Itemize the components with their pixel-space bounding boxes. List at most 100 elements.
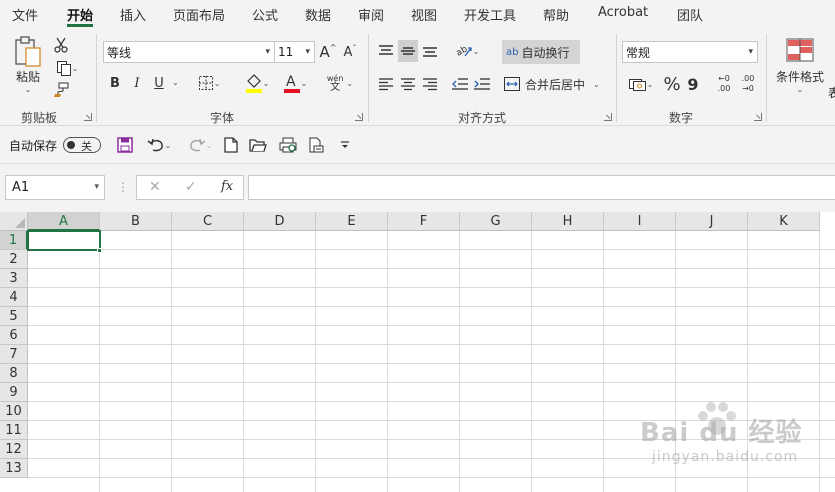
row-header[interactable]: 3	[0, 269, 28, 288]
fill-handle[interactable]	[97, 248, 102, 253]
menu-page-layout[interactable]: 页面布局	[173, 5, 225, 24]
column-header[interactable]: J	[676, 212, 748, 231]
number-dialog-launcher[interactable]	[754, 113, 762, 121]
redo-icon	[189, 138, 206, 152]
row-header[interactable]: 1	[0, 231, 28, 250]
conditional-format-button[interactable]: 条件格式 ⌄	[772, 38, 828, 100]
quick-print-button[interactable]	[306, 135, 326, 155]
column-header[interactable]: C	[172, 212, 244, 231]
comma-style-button[interactable]: 9	[684, 72, 702, 96]
save-button[interactable]	[115, 135, 135, 155]
column-header[interactable]: D	[244, 212, 316, 231]
column-header[interactable]: G	[460, 212, 532, 231]
fill-color-button[interactable]: ⌄	[240, 72, 274, 94]
font-size-select[interactable]: 11 ▾	[274, 41, 315, 63]
format-as-table-partial[interactable]: 表	[828, 84, 835, 101]
align-left-button[interactable]	[376, 73, 396, 95]
menu-view[interactable]: 视图	[411, 5, 437, 24]
menu-developer[interactable]: 开发工具	[464, 5, 516, 24]
row-header[interactable]: 8	[0, 364, 28, 383]
row-header[interactable]: 7	[0, 345, 28, 364]
alignment-dialog-launcher[interactable]	[604, 113, 612, 121]
row-header[interactable]: 10	[0, 402, 28, 421]
percent-style-button[interactable]: %	[662, 72, 682, 96]
customize-qat-button[interactable]	[337, 135, 353, 155]
row-header[interactable]: 11	[0, 421, 28, 440]
menu-data[interactable]: 数据	[305, 5, 331, 24]
name-box[interactable]: A1 ▾	[5, 175, 105, 200]
row-header[interactable]: 12	[0, 440, 28, 459]
conditional-format-label: 条件格式	[775, 70, 824, 84]
align-center-button[interactable]	[398, 73, 418, 95]
menu-formulas[interactable]: 公式	[252, 5, 278, 24]
group-divider	[96, 34, 97, 122]
menu-file[interactable]: 文件	[12, 5, 38, 24]
active-cell[interactable]	[27, 230, 101, 251]
autosave-toggle[interactable]: 关	[63, 137, 101, 153]
chevron-down-icon[interactable]: ⌄	[172, 78, 179, 87]
grow-font-button[interactable]: A ^	[318, 41, 338, 63]
copy-button[interactable]: ⌄	[52, 59, 82, 77]
select-all-button[interactable]	[0, 212, 28, 231]
font-dialog-launcher[interactable]	[355, 113, 363, 121]
align-bottom-button[interactable]	[420, 40, 440, 62]
bold-button[interactable]: B	[106, 73, 124, 93]
chevron-down-icon: ⌄	[796, 85, 804, 94]
formula-bar-grip[interactable]: ⋮	[117, 180, 129, 194]
font-color-button[interactable]: A ⌄	[278, 72, 312, 94]
confirm-entry-button[interactable]: ✓	[185, 179, 197, 195]
column-header[interactable]: A	[28, 212, 100, 231]
menu-review[interactable]: 审阅	[358, 5, 384, 24]
increase-decimal-button[interactable]: ←0 .00	[714, 72, 734, 96]
column-gridline	[459, 231, 460, 492]
new-file-button[interactable]	[221, 135, 241, 155]
column-header[interactable]: I	[604, 212, 676, 231]
align-middle-button[interactable]	[398, 40, 418, 62]
cancel-entry-button[interactable]: ✕	[149, 179, 161, 195]
active-tab-indicator	[67, 24, 93, 27]
wrap-text-button[interactable]: ab 自动换行	[502, 40, 580, 64]
shrink-font-button[interactable]: Aˇ	[340, 41, 360, 63]
borders-button[interactable]: ⌄	[194, 73, 224, 93]
clipboard-dialog-launcher[interactable]	[84, 113, 92, 121]
column-header[interactable]: B	[100, 212, 172, 231]
column-header[interactable]: F	[388, 212, 460, 231]
paste-button[interactable]: 粘贴 ⌄	[10, 34, 46, 96]
column-header[interactable]: K	[748, 212, 820, 231]
undo-button[interactable]: ⌄	[142, 135, 176, 155]
format-painter-button[interactable]	[52, 81, 70, 99]
insert-function-button[interactable]: fx	[221, 179, 233, 194]
increase-indent-button[interactable]	[472, 73, 492, 95]
column-header[interactable]: E	[316, 212, 388, 231]
phonetic-guide-button[interactable]: wén 文 ⌄	[322, 72, 358, 94]
row-header[interactable]: 2	[0, 250, 28, 269]
number-format-select[interactable]: 常规 ▾	[622, 41, 758, 63]
menu-help[interactable]: 帮助	[543, 5, 569, 24]
row-header[interactable]: 9	[0, 383, 28, 402]
underline-button[interactable]: U	[150, 73, 168, 93]
font-name-select[interactable]: 等线 ▾	[103, 41, 275, 63]
decrease-decimal-button[interactable]: .00 →0	[738, 72, 758, 96]
formula-input[interactable]	[248, 175, 835, 200]
menu-home[interactable]: 开始	[67, 5, 93, 24]
italic-button[interactable]: I	[128, 73, 146, 93]
menu-acrobat[interactable]: Acrobat	[598, 5, 648, 20]
merge-center-button[interactable]: 合并后居中 ⌄	[504, 73, 608, 95]
customize-dropdown-icon	[341, 141, 349, 148]
cut-button[interactable]	[52, 36, 70, 54]
row-header[interactable]: 5	[0, 307, 28, 326]
accounting-format-button[interactable]: ⌄	[624, 73, 658, 95]
align-top-button[interactable]	[376, 40, 396, 62]
column-header[interactable]: H	[532, 212, 604, 231]
row-header[interactable]: 13	[0, 459, 28, 478]
menu-team[interactable]: 团队	[677, 5, 703, 24]
menu-insert[interactable]: 插入	[120, 5, 146, 24]
decrease-indent-button[interactable]	[450, 73, 470, 95]
print-preview-button[interactable]	[278, 135, 298, 155]
clipboard-group-label: 剪贴板	[21, 111, 58, 125]
open-file-button[interactable]	[248, 135, 268, 155]
align-right-button[interactable]	[420, 73, 440, 95]
row-header[interactable]: 6	[0, 326, 28, 345]
orientation-button[interactable]: ab ⌄	[450, 40, 484, 62]
row-header[interactable]: 4	[0, 288, 28, 307]
